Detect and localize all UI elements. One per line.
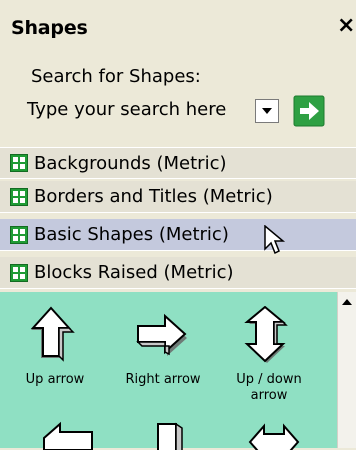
pane-title: Shapes: [11, 17, 88, 39]
right-arrow-icon: [136, 313, 187, 356]
shape-up-down-arrow[interactable]: Up / down arrow: [219, 306, 319, 404]
stencil-icon: [10, 225, 28, 244]
left-right-arrow-icon[interactable]: [246, 420, 306, 450]
up-arrow-icon: [30, 306, 75, 362]
shape-label: Up arrow: [25, 372, 85, 387]
stencil-item-blocks-raised[interactable]: Blocks Raised (Metric): [0, 257, 356, 289]
stencil-item-basic-shapes[interactable]: Basic Shapes (Metric): [0, 219, 356, 251]
green-arrow-right-icon: [293, 95, 325, 127]
stencil-icon: [10, 263, 28, 282]
shape-label: Right arrow: [125, 372, 201, 387]
shape-up-arrow[interactable]: Up arrow: [5, 306, 105, 388]
stencil-item-borders-and-titles[interactable]: Borders and Titles (Metric): [0, 181, 356, 213]
chevron-down-icon: [262, 108, 272, 114]
scroll-up-icon[interactable]: [338, 292, 356, 312]
stencil-icon: [10, 154, 28, 172]
shape-label: Up / down arrow: [236, 372, 302, 403]
search-label: Search for Shapes:: [31, 66, 201, 87]
stencil-item-backgrounds[interactable]: Backgrounds (Metric): [0, 147, 356, 179]
search-go-button[interactable]: [292, 94, 326, 128]
pane-header: Shapes ×: [0, 0, 356, 56]
mouse-cursor-icon: [264, 225, 286, 255]
stencil-item-label: Borders and Titles (Metric): [34, 186, 273, 207]
up-down-arrow-icon: [244, 306, 288, 363]
rectangle-shape-icon[interactable]: [150, 420, 190, 450]
close-icon[interactable]: ×: [337, 13, 355, 38]
search-dropdown-button[interactable]: [255, 99, 279, 123]
stencil-icon: [10, 187, 28, 206]
stencil-item-label: Basic Shapes (Metric): [34, 224, 229, 245]
stencil-item-label: Blocks Raised (Metric): [34, 262, 234, 283]
left-arrow-icon[interactable]: [40, 420, 100, 450]
shapes-panel: Up arrow Right arrow Up / down arrow: [0, 292, 337, 450]
search-input[interactable]: Type your search here: [25, 95, 239, 125]
shape-right-arrow[interactable]: Right arrow: [113, 306, 213, 388]
stencil-item-label: Backgrounds (Metric): [34, 152, 227, 174]
vertical-scrollbar[interactable]: [337, 292, 356, 448]
